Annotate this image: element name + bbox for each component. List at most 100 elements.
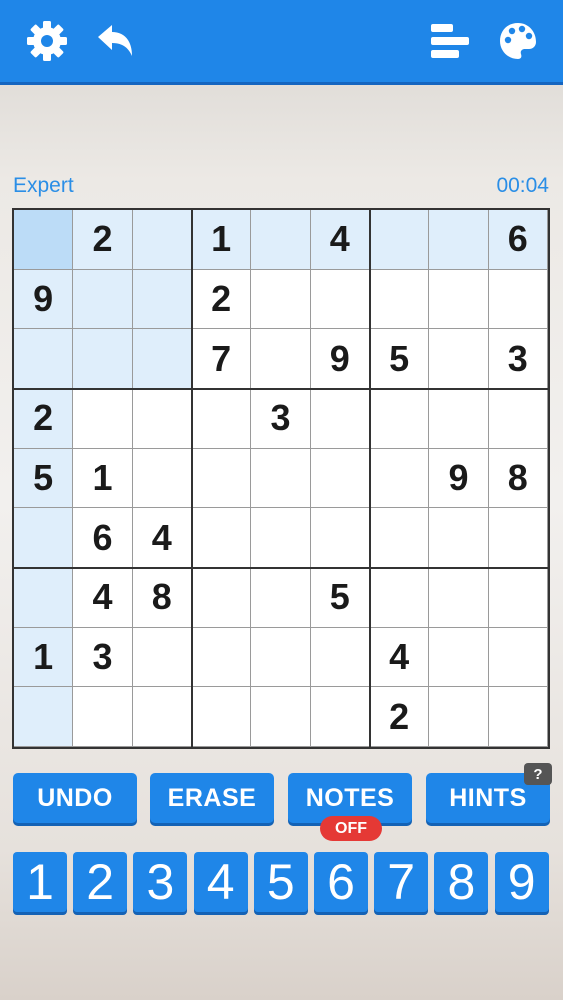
cell-r9-c2[interactable]	[73, 687, 133, 747]
cell-r5-c7[interactable]	[370, 448, 430, 509]
cell-r1-c6[interactable]: 4	[310, 210, 370, 270]
cell-r8-c3[interactable]	[132, 627, 192, 688]
cell-r7-c5[interactable]	[251, 568, 311, 628]
cell-r7-c8[interactable]	[429, 568, 489, 628]
cell-r2-c9[interactable]	[488, 269, 548, 330]
cell-r6-c7[interactable]	[370, 508, 430, 568]
cell-r6-c5[interactable]	[251, 508, 311, 568]
cell-r1-c9[interactable]: 6	[488, 210, 548, 270]
number-button-5[interactable]: 5	[253, 852, 308, 912]
hints-help-badge[interactable]: ?	[524, 763, 552, 785]
cell-r4-c8[interactable]	[429, 389, 489, 449]
cell-r3-c9[interactable]: 3	[488, 329, 548, 389]
cell-r2-c1[interactable]: 9	[14, 269, 74, 330]
cell-r4-c9[interactable]	[488, 389, 548, 449]
erase-button[interactable]: ERASE	[150, 773, 274, 823]
number-button-2[interactable]: 2	[73, 852, 128, 912]
cell-r3-c4[interactable]: 7	[192, 329, 252, 389]
cell-r4-c3[interactable]	[132, 389, 192, 449]
cell-r5-c8[interactable]: 9	[429, 448, 489, 509]
cell-r9-c5[interactable]	[251, 687, 311, 747]
cell-r5-c1[interactable]: 5	[14, 448, 74, 509]
cell-r9-c9[interactable]	[488, 687, 548, 747]
cell-r1-c3[interactable]	[132, 210, 192, 270]
cell-r9-c8[interactable]	[429, 687, 489, 747]
cell-r2-c5[interactable]	[251, 269, 311, 330]
cell-r7-c3[interactable]: 8	[132, 568, 192, 628]
cell-r6-c6[interactable]	[310, 508, 370, 568]
cell-r8-c5[interactable]	[251, 627, 311, 688]
sudoku-board: 2146927953235198644851342	[12, 208, 550, 749]
cell-r3-c7[interactable]: 5	[370, 329, 430, 389]
cell-r3-c2[interactable]	[73, 329, 133, 389]
cell-r8-c7[interactable]: 4	[370, 627, 430, 688]
cell-r5-c2[interactable]: 1	[73, 448, 133, 509]
cell-r9-c1[interactable]	[14, 687, 74, 747]
number-button-7[interactable]: 7	[374, 852, 429, 912]
cell-r2-c4[interactable]: 2	[192, 269, 252, 330]
cell-r6-c3[interactable]: 4	[132, 508, 192, 568]
cell-r3-c1[interactable]	[14, 329, 74, 389]
cell-r6-c1[interactable]	[14, 508, 74, 568]
undo-arrow-icon[interactable]	[93, 19, 137, 63]
cell-r7-c6[interactable]: 5	[310, 568, 370, 628]
cell-r2-c3[interactable]	[132, 269, 192, 330]
cell-r4-c1[interactable]: 2	[14, 389, 74, 449]
cell-r7-c7[interactable]	[370, 568, 430, 628]
stats-bars-icon[interactable]	[428, 19, 472, 63]
cell-r8-c9[interactable]	[488, 627, 548, 688]
cell-r7-c1[interactable]	[14, 568, 74, 628]
cell-r1-c2[interactable]: 2	[73, 210, 133, 270]
cell-r4-c4[interactable]	[192, 389, 252, 449]
cell-r8-c4[interactable]	[192, 627, 252, 688]
cell-r8-c1[interactable]: 1	[14, 627, 74, 688]
number-button-9[interactable]: 9	[494, 852, 549, 912]
cell-r2-c8[interactable]	[429, 269, 489, 330]
cell-r4-c7[interactable]	[370, 389, 430, 449]
cell-r1-c5[interactable]	[251, 210, 311, 270]
cell-r8-c2[interactable]: 3	[73, 627, 133, 688]
number-button-6[interactable]: 6	[314, 852, 368, 912]
cell-r4-c5[interactable]: 3	[251, 389, 311, 449]
box-divider-vertical	[369, 210, 371, 747]
cell-r5-c6[interactable]	[310, 448, 370, 509]
number-button-4[interactable]: 4	[193, 852, 248, 912]
cell-r6-c8[interactable]	[429, 508, 489, 568]
cell-r7-c9[interactable]	[488, 568, 548, 628]
cell-r9-c4[interactable]	[192, 687, 252, 747]
cell-r9-c7[interactable]: 2	[370, 687, 430, 747]
cell-r5-c3[interactable]	[132, 448, 192, 509]
cell-r5-c9[interactable]: 8	[488, 448, 548, 509]
cell-r2-c6[interactable]	[310, 269, 370, 330]
cell-r2-c2[interactable]	[73, 269, 133, 330]
cell-r1-c1[interactable]	[14, 210, 74, 270]
box-divider-horizontal	[14, 567, 548, 569]
undo-button[interactable]: UNDO	[13, 773, 137, 823]
gear-icon[interactable]	[25, 19, 69, 63]
cell-r9-c3[interactable]	[132, 687, 192, 747]
cell-r3-c5[interactable]	[251, 329, 311, 389]
cell-r4-c6[interactable]	[310, 389, 370, 449]
number-button-8[interactable]: 8	[434, 852, 489, 912]
cell-r1-c8[interactable]	[429, 210, 489, 270]
cell-r7-c2[interactable]: 4	[73, 568, 133, 628]
cell-r3-c3[interactable]	[132, 329, 192, 389]
number-button-1[interactable]: 1	[13, 852, 67, 912]
cell-r5-c5[interactable]	[251, 448, 311, 509]
cell-r9-c6[interactable]	[310, 687, 370, 747]
cell-r3-c6[interactable]: 9	[310, 329, 370, 389]
cell-r4-c2[interactable]	[73, 389, 133, 449]
cell-r2-c7[interactable]	[370, 269, 430, 330]
cell-r6-c2[interactable]: 6	[73, 508, 133, 568]
palette-icon[interactable]	[496, 19, 540, 63]
number-button-3[interactable]: 3	[133, 852, 188, 912]
cell-r8-c8[interactable]	[429, 627, 489, 688]
cell-r6-c4[interactable]	[192, 508, 252, 568]
cell-r7-c4[interactable]	[192, 568, 252, 628]
cell-r6-c9[interactable]	[488, 508, 548, 568]
cell-r8-c6[interactable]	[310, 627, 370, 688]
cell-r3-c8[interactable]	[429, 329, 489, 389]
cell-r1-c4[interactable]: 1	[192, 210, 252, 270]
cell-r5-c4[interactable]	[192, 448, 252, 509]
cell-r1-c7[interactable]	[370, 210, 430, 270]
